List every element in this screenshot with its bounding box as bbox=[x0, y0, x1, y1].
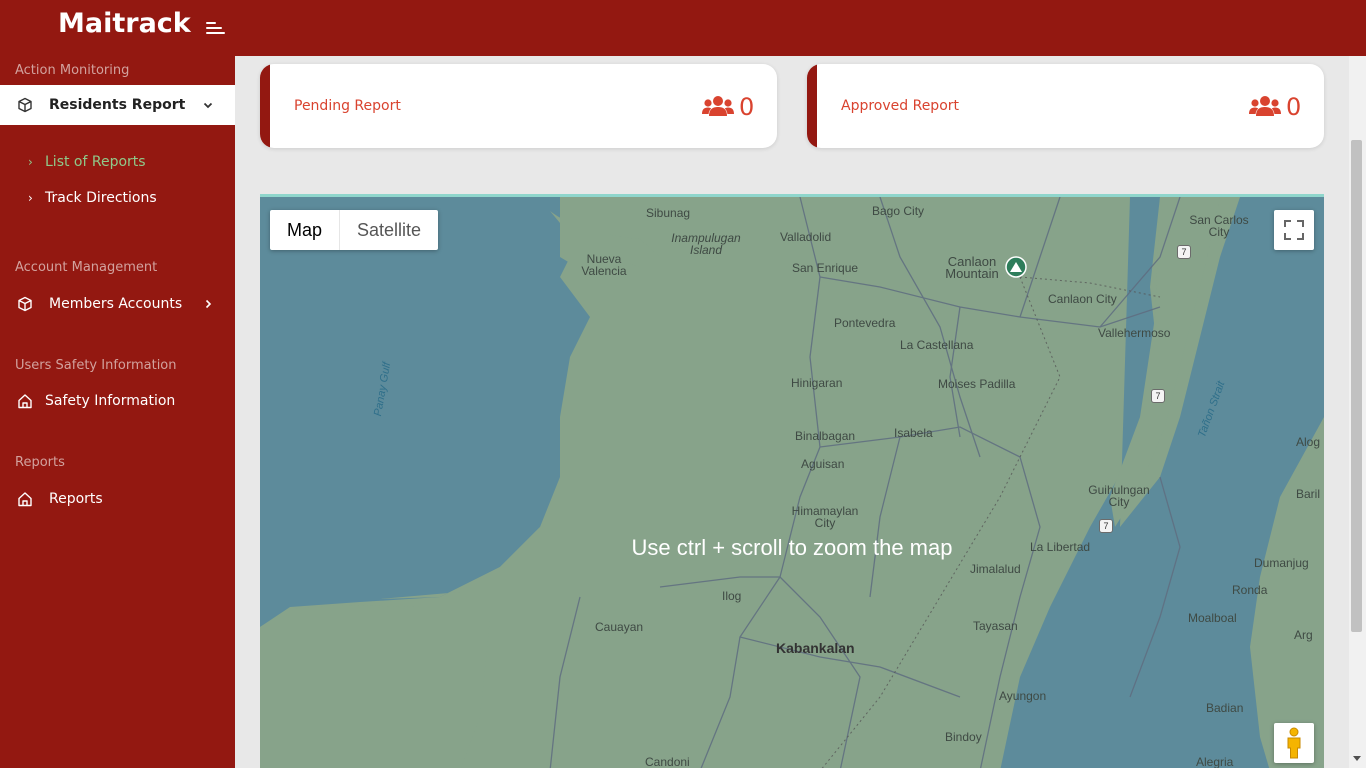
map-place-label: Ronda bbox=[1232, 583, 1268, 597]
sidebar-item-label: Members Accounts bbox=[49, 296, 183, 312]
map-place-label: Cauayan bbox=[595, 620, 644, 634]
scroll-down-arrow-icon[interactable] bbox=[1353, 756, 1361, 761]
chevron-right-icon: › bbox=[28, 155, 33, 169]
users-icon bbox=[1249, 96, 1281, 116]
map-place-label: Moises Padilla bbox=[938, 377, 1016, 391]
section-title-users-safety-information: Users Safety Information bbox=[15, 358, 177, 373]
map-terrain bbox=[260, 197, 1324, 768]
sidebar-item-label: Reports bbox=[49, 491, 103, 507]
map-place-label: Moalboal bbox=[1188, 611, 1237, 625]
sidebar-item-residents-report[interactable]: Residents Report bbox=[0, 85, 235, 125]
map-place-label: Alog bbox=[1296, 435, 1321, 449]
map-place-label: Hinigaran bbox=[791, 376, 843, 390]
sidebar-item-members-accounts[interactable]: Members Accounts bbox=[0, 284, 235, 324]
map-place-label: Sibunag bbox=[646, 206, 691, 220]
card-count: 0 bbox=[739, 93, 755, 121]
map-place-label: Inampulugan Island bbox=[671, 231, 741, 257]
map-type-map-button[interactable]: Map bbox=[270, 210, 341, 250]
sidebar: Action Monitoring Residents Report › Lis… bbox=[0, 56, 235, 768]
cube-icon bbox=[18, 296, 32, 312]
map-place-label: Candoni bbox=[645, 755, 690, 768]
map-place-label: Valladolid bbox=[780, 230, 832, 244]
map-place-label: Alegria bbox=[1196, 755, 1234, 768]
street-view-pegman-button[interactable] bbox=[1274, 723, 1314, 763]
sidebar-subitem-label: List of Reports bbox=[45, 154, 146, 170]
map-place-label: Badian bbox=[1206, 701, 1244, 715]
chevron-right-icon: › bbox=[28, 191, 33, 205]
fullscreen-button[interactable] bbox=[1274, 210, 1314, 250]
map-place-label: Kabankalan bbox=[776, 640, 855, 656]
sidebar-item-safety-information[interactable]: Safety Information bbox=[0, 381, 235, 421]
approved-report-card[interactable]: Approved Report 0 bbox=[807, 64, 1324, 148]
fullscreen-icon bbox=[1284, 220, 1304, 240]
zoom-hint-text: Use ctrl + scroll to zoom the map bbox=[631, 535, 953, 560]
scrollbar-thumb[interactable] bbox=[1351, 140, 1362, 632]
map-place-label: Ayungon bbox=[999, 689, 1047, 703]
map-place-label: Ilog bbox=[722, 589, 742, 603]
map-place-label: Bago City bbox=[872, 204, 925, 218]
card-label: Pending Report bbox=[294, 98, 401, 114]
cube-icon bbox=[18, 97, 32, 113]
map-view[interactable]: Sibunag Inampulugan Island Nueva Valenci… bbox=[260, 194, 1324, 768]
map-type-satellite-button[interactable]: Satellite bbox=[340, 210, 438, 250]
card-accent bbox=[260, 64, 270, 148]
map-place-label: Jimalalud bbox=[970, 562, 1021, 576]
map-place-label: Isabela bbox=[894, 426, 933, 440]
sidebar-item-label: Residents Report bbox=[49, 97, 186, 113]
map-place-label: Pontevedra bbox=[834, 316, 896, 330]
section-title-action-monitoring: Action Monitoring bbox=[15, 63, 130, 78]
sidebar-subitem-list-of-reports[interactable]: › List of Reports bbox=[28, 151, 146, 173]
map-place-label: Baril bbox=[1296, 487, 1321, 501]
section-title-account-management: Account Management bbox=[15, 260, 158, 275]
road-shield: 7 bbox=[1151, 389, 1165, 403]
card-accent bbox=[807, 64, 817, 148]
map-place-label: San Carlos City bbox=[1189, 213, 1249, 239]
pegman-icon bbox=[1287, 727, 1301, 759]
chevron-right-icon bbox=[205, 299, 212, 309]
card-label: Approved Report bbox=[841, 98, 960, 114]
users-icon bbox=[702, 96, 734, 116]
section-title-reports: Reports bbox=[15, 455, 65, 470]
home-icon bbox=[18, 492, 32, 507]
map-place-label: La Castellana bbox=[900, 338, 974, 352]
road-shield: 7 bbox=[1177, 245, 1191, 259]
map-place-label: Guihulngan City bbox=[1088, 483, 1150, 509]
home-icon bbox=[18, 394, 32, 409]
page-scrollbar[interactable] bbox=[1349, 56, 1366, 768]
map-place-label: Vallehermoso bbox=[1098, 326, 1171, 340]
map-place-label: Nueva Valencia bbox=[581, 252, 627, 278]
card-count: 0 bbox=[1286, 93, 1302, 121]
map-place-label: San Enrique bbox=[792, 261, 859, 275]
chevron-down-icon bbox=[203, 102, 213, 109]
map-place-label: Canlaon City bbox=[1048, 292, 1117, 306]
map-place-label: Binalbagan bbox=[795, 429, 856, 443]
map-place-label: Canlaon Mountain bbox=[945, 254, 999, 281]
map-place-label: Bindoy bbox=[945, 730, 982, 744]
pending-report-card[interactable]: Pending Report 0 bbox=[260, 64, 777, 148]
sidebar-item-label: Safety Information bbox=[45, 393, 176, 409]
sidebar-subitem-label: Track Directions bbox=[45, 190, 157, 206]
map-type-control: Map Satellite bbox=[270, 210, 439, 250]
map-place-label: Aguisan bbox=[801, 457, 845, 471]
road-shield: 7 bbox=[1099, 519, 1113, 533]
map-place-label: Arg bbox=[1294, 628, 1313, 642]
sidebar-subitem-track-directions[interactable]: › Track Directions bbox=[28, 187, 157, 209]
map-place-label: Himamaylan City bbox=[791, 504, 859, 530]
app-title: Maitrack bbox=[58, 8, 191, 39]
top-bar: Maitrack bbox=[0, 0, 1366, 56]
menu-toggle-icon[interactable] bbox=[206, 20, 226, 36]
sidebar-item-reports[interactable]: Reports bbox=[0, 479, 235, 519]
map-place-label: Tayasan bbox=[973, 619, 1018, 633]
